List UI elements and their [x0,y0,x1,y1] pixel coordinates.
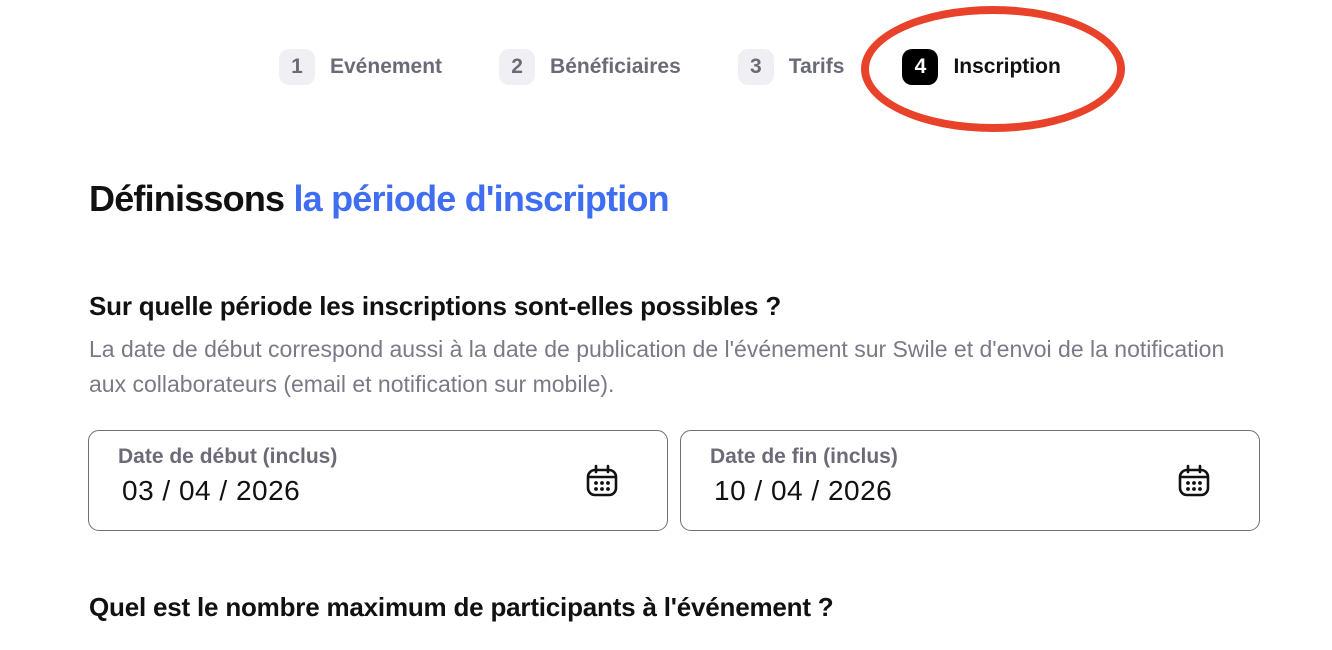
max-participants-question: Quel est le nombre maximum de participan… [89,592,834,622]
calendar-icon[interactable] [585,464,619,498]
step-evenement[interactable]: 1 Evénement [279,49,442,85]
step-tarifs[interactable]: 3 Tarifs [737,49,845,85]
start-date-field[interactable]: Date de début (inclus) 03 / 04 / 2026 [88,430,668,531]
calendar-icon[interactable] [1177,464,1211,498]
stepper: 1 Evénement 2 Bénéficiaires 3 Tarifs 4 I… [279,48,1061,86]
start-date-label: Date de début (inclus) [118,445,338,468]
step-label: Bénéficiaires [550,55,681,78]
registration-period-description: La date de début correspond aussi à la d… [89,336,1225,397]
end-date-field[interactable]: Date de fin (inclus) 10 / 04 / 2026 [680,430,1260,531]
step-inscription[interactable]: 4 Inscription [902,49,1061,85]
registration-period-question: Sur quelle période les inscriptions sont… [89,291,782,321]
start-date-value[interactable]: 03 / 04 / 2026 [122,475,300,507]
step-label: Evénement [330,55,443,78]
title-accent: la période d'inscription [293,178,669,219]
event-registration-page: 1 Evénement 2 Bénéficiaires 3 Tarifs 4 I… [0,0,1332,650]
step-beneficiaires[interactable]: 2 Bénéficiaires [499,49,681,85]
step-label: Tarifs [788,55,845,78]
title-prefix: Définissons [89,178,285,219]
step-number: 3 [737,49,774,85]
page-title: Définissons la période d'inscription [89,178,670,220]
step-label: Inscription [953,55,1061,78]
step-number: 2 [499,49,536,85]
step-number: 1 [279,49,315,85]
step-number: 4 [902,49,939,85]
end-date-value[interactable]: 10 / 04 / 2026 [714,475,892,507]
end-date-label: Date de fin (inclus) [710,445,898,468]
